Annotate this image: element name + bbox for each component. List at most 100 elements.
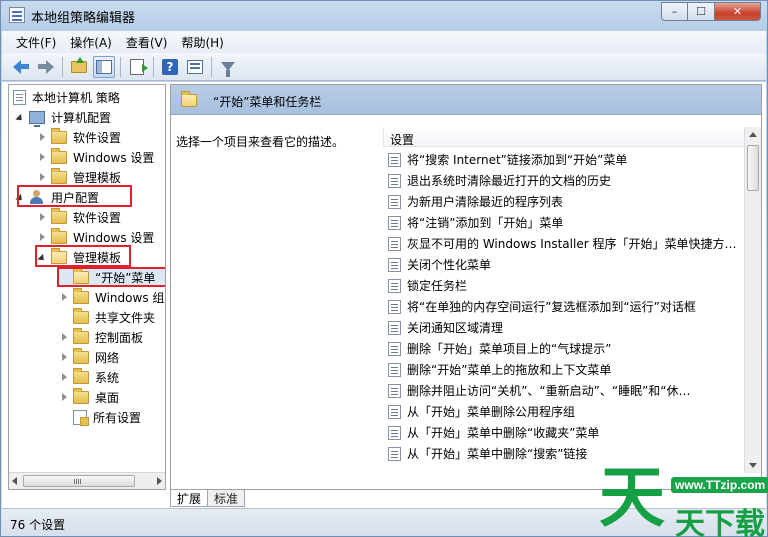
collapsed-arrow-icon[interactable]	[37, 172, 47, 182]
tree-label: 管理模板	[73, 170, 122, 185]
tree-item-desktop[interactable]: 桌面	[59, 387, 119, 407]
navigation-tree[interactable]: 本地计算机 策略 计算机配置 软件设置 Windows 设置 管理模板 用户配置…	[8, 84, 166, 490]
expanded-arrow-icon[interactable]	[15, 112, 25, 122]
scroll-up-icon[interactable]	[749, 132, 757, 137]
list-item[interactable]: 从「开始」菜单删除公用程序组	[383, 401, 743, 422]
computer-icon	[29, 110, 45, 127]
list-item[interactable]: 删除「开始」菜单项目上的“气球提示”	[383, 338, 743, 359]
scroll-thumb[interactable]	[747, 145, 759, 191]
export-list-icon	[130, 58, 148, 75]
collapsed-arrow-icon[interactable]	[59, 392, 69, 402]
collapsed-arrow-icon[interactable]	[37, 132, 47, 142]
tree-item-uc-software[interactable]: 软件设置	[37, 207, 121, 227]
settings-vertical-scrollbar[interactable]	[744, 127, 761, 473]
back-button[interactable]	[10, 56, 32, 78]
menu-action[interactable]: 操作(A)	[62, 34, 118, 51]
list-item[interactable]: 将“注销”添加到「开始」菜单	[383, 212, 743, 233]
policy-setting-icon	[388, 278, 401, 293]
list-item[interactable]: 删除并阻止访问“关机”、“重新启动”、“睡眠”和“休…	[383, 380, 743, 401]
tree-item-network[interactable]: 网络	[59, 347, 119, 367]
collapsed-arrow-icon[interactable]	[37, 232, 47, 242]
settings-column-header[interactable]: 设置	[383, 127, 761, 147]
title-bar[interactable]: 本地组策略编辑器 – ☐ ✕	[1, 1, 767, 31]
collapsed-arrow-icon[interactable]	[37, 152, 47, 162]
list-item[interactable]: 锁定任务栏	[383, 275, 743, 296]
toolbar: ?	[2, 53, 766, 81]
tree-label: Windows 组	[95, 290, 165, 305]
tree-item-cc-software[interactable]: 软件设置	[37, 127, 121, 147]
scroll-right-icon[interactable]	[157, 477, 162, 485]
close-button[interactable]: ✕	[715, 2, 761, 21]
policy-setting-icon	[388, 236, 401, 251]
tree-label: 网络	[95, 350, 120, 365]
folder-icon	[73, 367, 89, 384]
policy-setting-icon	[388, 194, 401, 209]
export-list-button[interactable]	[126, 56, 148, 78]
site-watermark: 天 www.TTzip.com 天下载	[597, 463, 768, 537]
tree-item-cc-windows[interactable]: Windows 设置	[37, 147, 154, 167]
list-item[interactable]: 关闭通知区域清理	[383, 317, 743, 338]
policy-setting-icon	[388, 299, 401, 314]
list-item[interactable]: 灰显不可用的 Windows Installer 程序「开始」菜单快捷方…	[383, 233, 743, 254]
open-folder-icon	[181, 91, 197, 107]
tab-extended[interactable]: 扩展	[170, 490, 209, 507]
list-item[interactable]: 从「开始」菜单中删除“收藏夹”菜单	[383, 422, 743, 443]
menu-file[interactable]: 文件(F)	[8, 34, 62, 51]
list-item[interactable]: 关闭个性化菜单	[383, 254, 743, 275]
tree-item-computer-config[interactable]: 计算机配置	[15, 107, 111, 127]
folder-up-icon	[71, 56, 87, 73]
scroll-left-icon[interactable]	[12, 477, 17, 485]
policy-setting-icon	[388, 362, 401, 377]
list-item[interactable]: 删除“开始”菜单上的拖放和上下文菜单	[383, 359, 743, 380]
list-item[interactable]: 从「开始」菜单中删除“搜索”链接	[383, 443, 743, 464]
scroll-thumb[interactable]	[23, 475, 135, 487]
view-tabs: 扩展 标准	[170, 490, 246, 508]
maximize-button[interactable]: ☐	[688, 2, 715, 21]
list-item[interactable]: 退出系统时清除最近打开的文档的历史	[383, 170, 743, 191]
minimize-button[interactable]: –	[661, 2, 688, 21]
folder-icon	[51, 167, 67, 184]
filter-icon	[221, 62, 235, 77]
tree-item-shared-folders[interactable]: 共享文件夹	[59, 307, 155, 327]
tree-label: Windows 设置	[73, 230, 155, 245]
menu-help[interactable]: 帮助(H)	[173, 34, 229, 51]
tree-item-system[interactable]: 系统	[59, 367, 119, 387]
folder-icon	[51, 147, 67, 164]
policy-setting-icon	[388, 425, 401, 440]
tree-item-control-panel[interactable]: 控制面板	[59, 327, 143, 347]
list-item[interactable]: 将“搜索 Internet”链接添加到“开始”菜单	[383, 149, 743, 170]
collapsed-arrow-icon[interactable]	[59, 332, 69, 342]
policy-setting-icon	[388, 320, 401, 335]
tree-label: 计算机配置	[51, 110, 112, 125]
up-level-button[interactable]	[68, 56, 90, 78]
tree-item-uc-windows[interactable]: Windows 设置	[37, 227, 154, 247]
toolbar-separator	[211, 56, 212, 77]
menu-view[interactable]: 查看(V)	[118, 34, 174, 51]
list-item[interactable]: 为新用户清除最近的程序列表	[383, 191, 743, 212]
tree-horizontal-scrollbar[interactable]	[9, 472, 165, 489]
annotation-box-admin-templates	[35, 245, 131, 267]
show-hide-tree-button[interactable]	[93, 55, 115, 78]
filter-button[interactable]	[217, 56, 239, 78]
tree-item-all-settings[interactable]: 所有设置	[59, 407, 141, 427]
collapsed-arrow-icon[interactable]	[59, 352, 69, 362]
properties-button[interactable]	[184, 56, 206, 78]
content-header-title: “开始”菜单和任务栏	[213, 95, 322, 109]
collapsed-arrow-icon[interactable]	[37, 212, 47, 222]
tree-item-cc-admin[interactable]: 管理模板	[37, 167, 121, 187]
policy-setting-icon	[388, 446, 401, 461]
folder-icon	[73, 287, 89, 304]
list-item[interactable]: 将“在单独的内存空间运行”复选框添加到“运行”对话框	[383, 296, 743, 317]
tree-label: 软件设置	[73, 210, 122, 225]
folder-icon	[73, 307, 89, 324]
properties-icon	[187, 59, 203, 74]
collapsed-arrow-icon[interactable]	[59, 292, 69, 302]
forward-button[interactable]	[35, 56, 57, 78]
tab-standard[interactable]: 标准	[207, 490, 246, 507]
tree-item-root[interactable]: 本地计算机 策略	[13, 87, 120, 107]
tree-item-windows-components[interactable]: Windows 组	[59, 287, 164, 307]
watermark-url: www.TTzip.com	[671, 477, 768, 493]
annotation-box-start-menu	[57, 267, 165, 287]
collapsed-arrow-icon[interactable]	[59, 372, 69, 382]
help-button[interactable]: ?	[159, 56, 181, 78]
